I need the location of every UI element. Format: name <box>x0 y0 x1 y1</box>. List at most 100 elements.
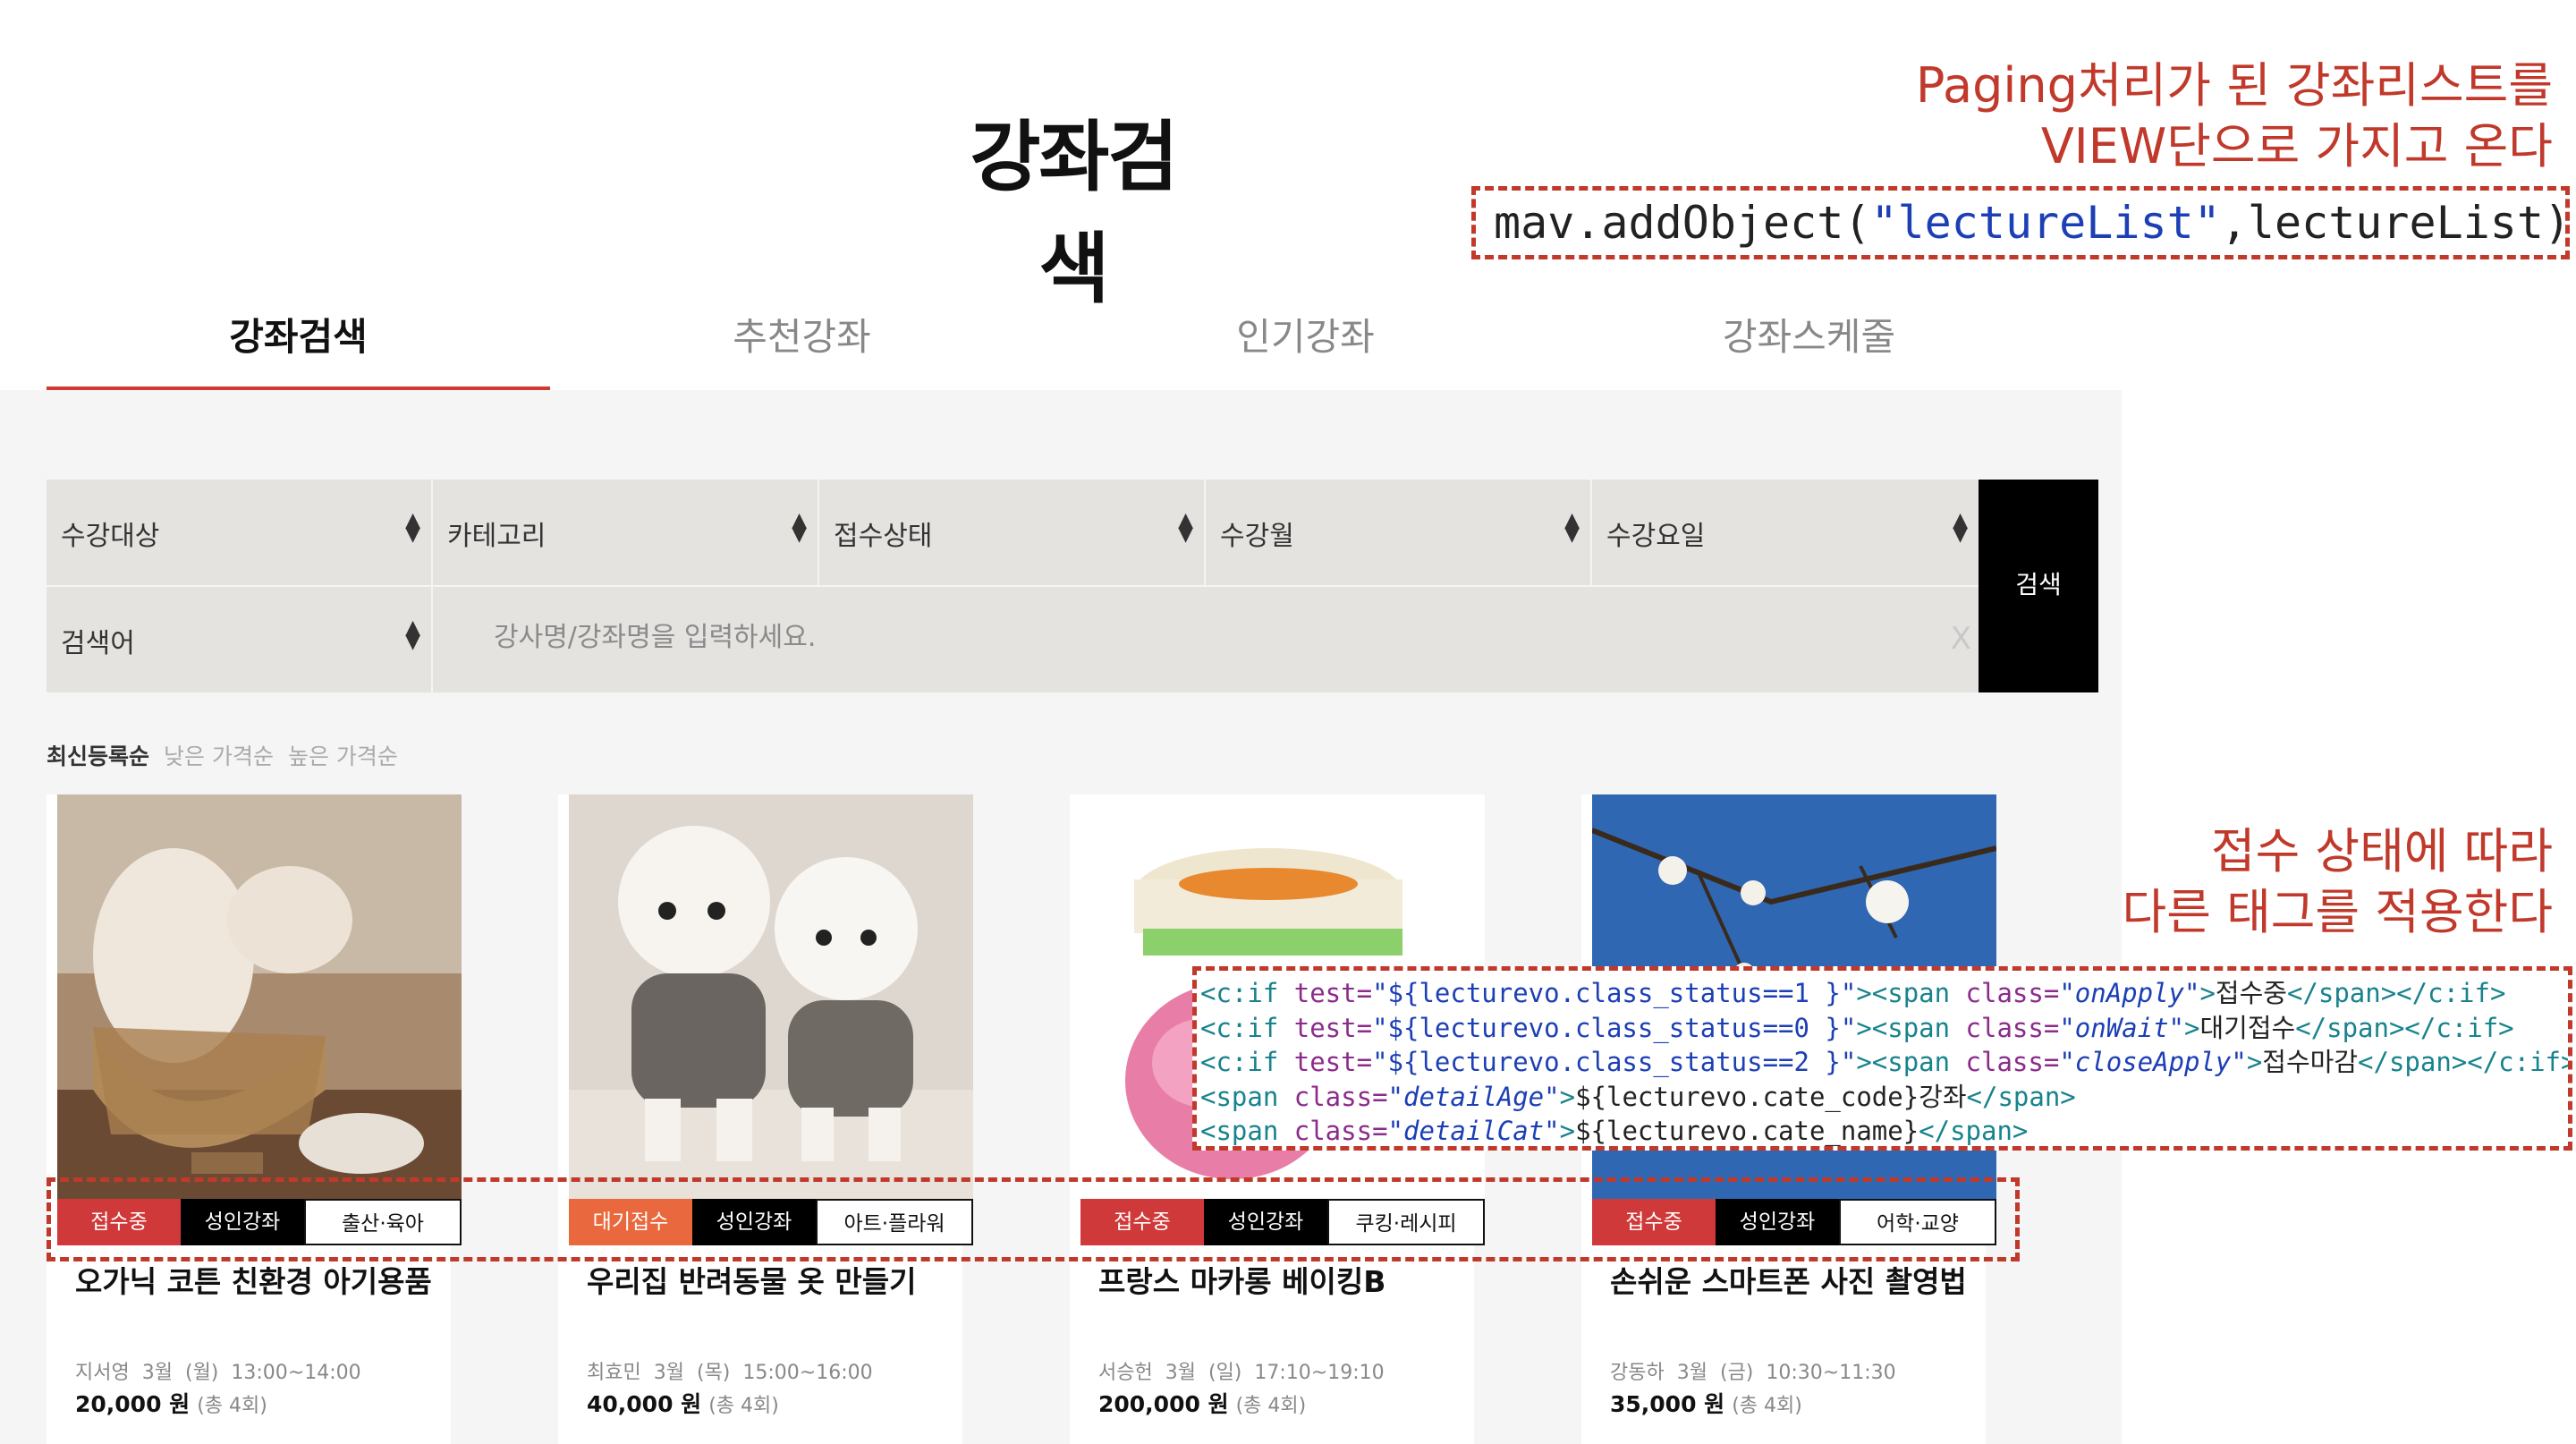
code-token: ><span <box>1856 1012 1966 1043</box>
code-token: > <box>2184 1012 2200 1043</box>
code-token: "closeApply" <box>2059 1047 2247 1077</box>
select-category[interactable]: 카테고리 ▲ ▼ <box>433 480 819 585</box>
lecture-title[interactable]: 오가닉 코튼 친환경 아기용품 <box>75 1258 432 1301</box>
code-token: class= <box>1293 1116 1388 1146</box>
tab-popular[interactable]: 인기강좌 <box>1054 304 1557 386</box>
tab-schedule[interactable]: 강좌스케줄 <box>1557 304 2061 386</box>
code-token: > <box>2246 1047 2263 1077</box>
code-token: 접수마감 <box>2262 1047 2359 1077</box>
lecture-title[interactable]: 손쉬운 스마트폰 사진 촬영법 <box>1610 1258 1967 1301</box>
code-token: ${lecturevo.cate_code}강좌 <box>1575 1081 1967 1112</box>
price-value: 20,000 원 <box>75 1391 191 1417</box>
annotation-status-line1: 접수 상태에 따라 <box>2210 823 2553 879</box>
tab-recommended[interactable]: 추천강좌 <box>550 304 1054 386</box>
sort-price-high[interactable]: 높은 가격순 <box>288 743 398 769</box>
lecture-price: 40,000 원 (총 4회) <box>587 1387 779 1419</box>
select-month-label: 수강월 <box>1220 521 1294 552</box>
code-token: "${lecturevo.class_status==0 }" <box>1372 1012 1857 1043</box>
search-input[interactable] <box>492 587 1927 687</box>
lecture-price: 200,000 원 (총 4회) <box>1098 1387 1306 1419</box>
price-value: 35,000 원 <box>1610 1391 1725 1417</box>
code-token: </span></c:if> <box>2295 1012 2514 1043</box>
lecture-title[interactable]: 프랑스 마카롱 베이킹B <box>1098 1258 1385 1301</box>
search-button[interactable]: 검색 <box>1979 480 2098 692</box>
tab-lecture-search[interactable]: 강좌검색 <box>47 304 550 394</box>
search-field: X <box>433 587 2027 692</box>
select-category-label: 카테고리 <box>447 521 547 552</box>
teacher-name: 지서영 <box>75 1362 130 1384</box>
annotation-paging-line1: Paging처리가 된 강좌리스트를 <box>1915 57 2553 114</box>
code-part-3: ,lectureList); <box>2220 197 2570 249</box>
keyword-row: 검색어 ▲▼ X <box>47 587 2027 692</box>
sort-price-low[interactable]: 낮은 가격순 <box>164 743 274 769</box>
code-token: <c:if <box>1200 1012 1294 1043</box>
code-token: </span></c:if> <box>2286 978 2506 1008</box>
code-line: <c:if test="${lecturevo.class_status==1 … <box>1200 976 2568 1011</box>
select-month[interactable]: 수강월 ▲ ▼ <box>1206 480 1592 585</box>
annotation-paging: Paging처리가 된 강좌리스트를 VIEW단으로 가지고 온다 <box>1748 55 2553 177</box>
select-keyword-type-label: 검색어 <box>61 628 135 659</box>
lecture-day: (금) <box>1719 1362 1754 1384</box>
filter-row: 수강대상 ▲ ▼ 카테고리 ▲ ▼ 접수상태 ▲ ▼ 수강월 ▲ ▼ 수강요일 ▲ ▼ <box>47 480 1979 585</box>
code-line: <c:if test="${lecturevo.class_status==0 … <box>1200 1011 2568 1046</box>
lecture-image-pet-clothes[interactable] <box>569 794 973 1199</box>
select-weekday[interactable]: 수강요일 ▲ ▼ <box>1592 480 1979 585</box>
lecture-price: 20,000 원 (총 4회) <box>75 1387 267 1419</box>
lecture-time: 10:30~11:30 <box>1766 1362 1896 1384</box>
sort-arrows-icon: ▲ ▼ <box>1564 509 1580 546</box>
code-token: test= <box>1293 978 1373 1008</box>
annotation-code-status: <c:if test="${lecturevo.class_status==1 … <box>1192 966 2572 1151</box>
code-part-2: "lectureList" <box>1870 197 2221 249</box>
select-keyword-type[interactable]: 검색어 ▲ ▼ <box>47 587 433 692</box>
lecture-time: 17:10~19:10 <box>1254 1362 1385 1384</box>
code-token: </span></c:if> <box>2358 1047 2572 1077</box>
select-status[interactable]: 접수상태 ▲ ▼ <box>819 480 1206 585</box>
code-token: 접수중 <box>2215 978 2287 1008</box>
lecture-card[interactable]: 접수중 성인강좌 출산·육아 오가닉 코튼 친환경 아기용품 지서영 3월 (월) 1… <box>47 794 462 1444</box>
session-count: (총 4회) <box>708 1395 779 1417</box>
select-status-label: 접수상태 <box>834 521 933 552</box>
code-token: test= <box>1293 1047 1373 1077</box>
code-token: "${lecturevo.class_status==2 }" <box>1372 1047 1857 1077</box>
session-count: (총 4회) <box>1732 1395 1802 1417</box>
sort-newest[interactable]: 최신등록순 <box>47 743 149 769</box>
code-token: <span <box>1200 1116 1294 1146</box>
code-token: <span <box>1200 1081 1294 1112</box>
lecture-meta: 최효민 3월 (목) 15:00~16:00 <box>587 1356 886 1385</box>
code-line: <span class="detailCat">${lecturevo.cate… <box>1200 1114 2568 1146</box>
code-token: </span> <box>1966 1081 2076 1112</box>
lecture-day: (월) <box>184 1362 219 1384</box>
session-count: (총 4회) <box>197 1395 267 1417</box>
code-token: <c:if <box>1200 978 1294 1008</box>
lecture-price: 35,000 원 (총 4회) <box>1610 1387 1802 1419</box>
code-line: <span class="detailAge">${lecturevo.cate… <box>1200 1080 2568 1115</box>
code-token: > <box>1559 1116 1576 1146</box>
code-token: "detailCat" <box>1387 1116 1560 1146</box>
teacher-name: 강동하 <box>1610 1362 1665 1384</box>
lecture-time: 13:00~14:00 <box>231 1362 361 1384</box>
code-token: ${lecturevo.cate_name} <box>1575 1116 1919 1146</box>
annotation-tags-highlight <box>47 1177 2020 1261</box>
code-token: <c:if <box>1200 1047 1294 1077</box>
clear-icon[interactable]: X <box>1951 621 1971 657</box>
lecture-image-baby-goods[interactable] <box>57 794 462 1199</box>
page-title: 강좌검색 <box>970 113 1178 314</box>
lecture-day: (목) <box>696 1362 731 1384</box>
sort-arrows-icon: ▲ ▼ <box>792 509 807 546</box>
lecture-meta: 지서영 3월 (월) 13:00~14:00 <box>75 1356 374 1385</box>
select-target[interactable]: 수강대상 ▲ ▼ <box>47 480 433 585</box>
price-value: 200,000 원 <box>1098 1391 1229 1417</box>
lecture-meta: 서승헌 3월 (일) 17:10~19:10 <box>1098 1356 1397 1385</box>
code-token: ><span <box>1856 1047 1966 1077</box>
sort-arrows-icon: ▲ ▼ <box>1178 509 1193 546</box>
select-weekday-label: 수강요일 <box>1606 521 1706 552</box>
code-token: "onApply" <box>2059 978 2200 1008</box>
lecture-month: 3월 <box>1676 1362 1707 1384</box>
code-token: > <box>1559 1081 1576 1112</box>
sort-options: 최신등록순 낮은 가격순 높은 가격순 <box>47 739 412 771</box>
lecture-title[interactable]: 우리집 반려동물 옷 만들기 <box>587 1258 916 1301</box>
session-count: (총 4회) <box>1235 1395 1307 1417</box>
code-token: class= <box>1965 978 2060 1008</box>
code-token: test= <box>1293 1012 1373 1043</box>
lecture-card[interactable]: 대기접수 성인강좌 아트·플라워 우리집 반려동물 옷 만들기 최효민 3월 (목)… <box>558 794 973 1444</box>
